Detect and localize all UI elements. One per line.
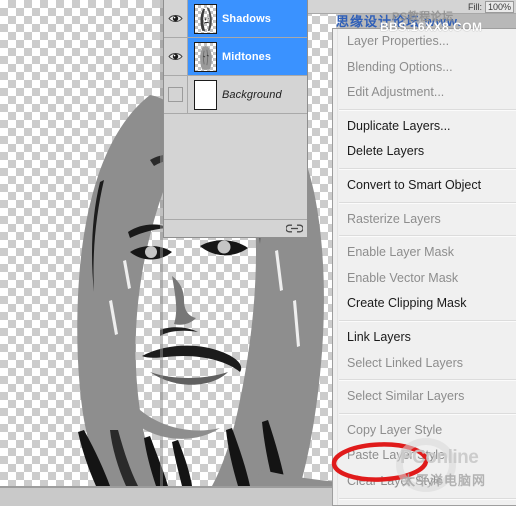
context-menu-item: Rasterize Layers [347,211,441,226]
photoshop-window: Lock: Fill: 100% [0,0,516,506]
context-menu-item: Select Similar Layers [347,389,465,404]
context-menu-separator [339,167,516,170]
layer-thumbnail[interactable] [193,3,217,34]
eye-visible-icon[interactable] [168,13,183,24]
layer-row[interactable]: Background [164,76,307,114]
fill-value[interactable]: 100% [484,0,514,13]
eye-visible-icon[interactable] [168,51,183,62]
context-menu-item[interactable]: Create Clipping Mask [333,291,516,317]
canvas-bottom-bar [0,486,340,506]
layer-visibility-toggle[interactable] [164,0,188,37]
context-menu-item: Select Linked Layers [347,355,464,370]
context-menu-separator [339,319,516,322]
layers-panel-empty-area [164,116,307,219]
context-menu-item[interactable]: Delete Layers [333,139,516,165]
context-menu-separator [339,412,516,415]
layer-thumbnail[interactable] [193,79,217,110]
layer-visibility-toggle[interactable] [164,76,188,113]
context-menu-separator [339,108,516,111]
layer-name: Midtones [222,50,272,63]
eye-hidden-icon[interactable] [168,87,183,102]
layer-thumbnail-cell[interactable] [188,79,222,110]
context-menu-item: Blending Options... [347,59,453,74]
layers-panel[interactable]: Shadows Midtones Background [163,0,308,238]
context-menu-item[interactable]: Duplicate Layers... [333,114,516,140]
context-menu-item: Enable Vector Mask [347,270,459,285]
context-menu-item[interactable]: Link Layers [333,325,516,351]
layer-row[interactable]: Shadows [164,0,307,38]
context-menu-item[interactable]: Convert to Smart Object [333,173,516,199]
context-menu-item: Copy Layer Style [347,422,443,437]
layer-thumbnail-cell[interactable] [188,41,222,72]
layer-row[interactable]: Midtones [164,38,307,76]
context-menu-separator [339,497,516,500]
context-menu-item: Clear Layer Style [347,473,443,488]
fill-label: Fill: [467,1,482,12]
context-menu-item: Enable Layer Mask [347,245,455,260]
layers-panel-footer [164,219,307,237]
link-layers-icon[interactable] [286,224,303,233]
context-menu-item: Edit Adjustment... [347,85,445,100]
context-menu-item: Layer Properties... [347,34,450,48]
fill-control[interactable]: Fill: 100% [467,0,514,13]
context-menu-separator [339,201,516,204]
layer-context-menu[interactable]: Layer Properties... Blending Options... Ed… [332,28,516,506]
context-menu-list: Layer Properties... Blending Options... Ed… [333,29,516,506]
context-menu-separator [339,235,516,238]
layer-thumbnail-cell[interactable] [188,3,222,34]
layer-thumbnail[interactable] [193,41,217,72]
context-menu-separator [339,379,516,382]
context-menu-item[interactable]: Merge Layers [333,503,516,506]
context-menu-item: Paste Layer Style [347,448,445,463]
layer-visibility-toggle[interactable] [164,38,188,75]
layer-name: Background [222,88,282,101]
layer-name: Shadows [222,12,271,25]
